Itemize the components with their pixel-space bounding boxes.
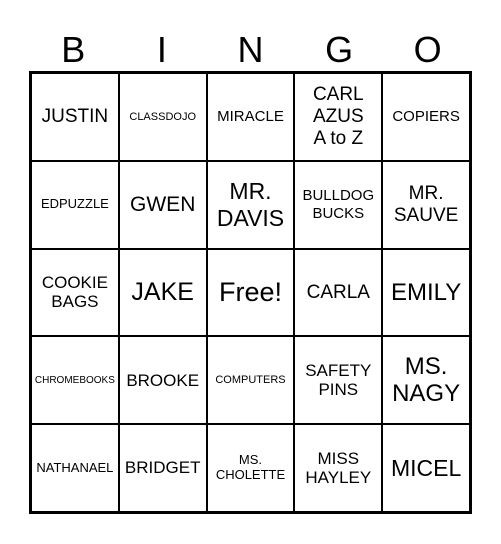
bingo-cell[interactable]: SAFETY PINS: [294, 336, 383, 425]
bingo-cell[interactable]: EDPUZZLE: [31, 160, 119, 249]
bingo-cell[interactable]: MIRACLE: [206, 73, 295, 161]
bingo-cell[interactable]: NATHANAEL: [31, 424, 119, 512]
bingo-cell[interactable]: COMPUTERS: [206, 336, 295, 425]
bingo-cell[interactable]: MS. CHOLETTE: [206, 424, 295, 512]
bingo-cell[interactable]: JUSTIN: [31, 73, 119, 161]
cell-text: COPIERS: [392, 108, 460, 126]
cell-text: MS. CHOLETTE: [215, 452, 286, 483]
bingo-cell[interactable]: CHROMEBOOKS: [31, 336, 119, 425]
bingo-header: B I N G O: [29, 28, 472, 72]
free-space-cell[interactable]: Free!: [206, 248, 295, 337]
cell-text: JAKE: [131, 278, 194, 307]
cell-text: CLASSDOJO: [129, 110, 197, 123]
header-letter-n: N: [237, 29, 264, 70]
cell-text: BULLDOG BUCKS: [302, 187, 375, 222]
cell-text: GWEN: [130, 192, 196, 216]
bingo-cell[interactable]: GWEN: [118, 160, 207, 249]
cell-text: CHROMEBOOKS: [34, 374, 115, 386]
bingo-cell[interactable]: BRIDGET: [118, 424, 207, 512]
cell-text: MR. DAVIS: [216, 178, 285, 231]
bingo-cell[interactable]: EMILY: [382, 248, 470, 337]
header-letter-b: B: [61, 29, 86, 70]
bingo-cell[interactable]: MR. SAUVE: [382, 160, 470, 249]
cell-text: EMILY: [390, 278, 462, 306]
bingo-cell[interactable]: CLASSDOJO: [118, 73, 207, 161]
cell-text: MIRACLE: [217, 108, 284, 126]
cell-text: JUSTIN: [41, 105, 109, 127]
bingo-cell[interactable]: COOKIE BAGS: [31, 248, 119, 337]
bingo-cell[interactable]: CARLA: [294, 248, 383, 337]
header-letter-i: I: [156, 29, 167, 70]
cell-text: SAFETY PINS: [305, 360, 372, 400]
cell-text: MISS HAYLEY: [305, 448, 372, 488]
cell-text: BROOKE: [126, 370, 200, 390]
cell-text: CARL AZUS A to Z: [312, 84, 364, 149]
bingo-cell[interactable]: JAKE: [118, 248, 207, 337]
bingo-cell[interactable]: MICEL: [382, 424, 470, 512]
bingo-grid: JUSTIN CLASSDOJO MIRACLE CARL AZUS A to …: [29, 71, 472, 514]
bingo-cell[interactable]: BROOKE: [118, 336, 207, 425]
cell-text: COOKIE BAGS: [41, 272, 108, 312]
free-space-text: Free!: [218, 276, 282, 307]
bingo-cell[interactable]: COPIERS: [382, 73, 470, 161]
header-letter-o: O: [413, 29, 442, 70]
cell-text: CARLA: [306, 281, 370, 303]
header-letter-g: G: [325, 29, 354, 70]
cell-text: EDPUZZLE: [40, 196, 109, 212]
cell-text: MS. NAGY: [392, 352, 461, 408]
bingo-cell[interactable]: CARL AZUS A to Z: [294, 73, 383, 161]
cell-text: COMPUTERS: [215, 373, 286, 386]
cell-text: MICEL: [390, 454, 462, 481]
bingo-cell[interactable]: MS. NAGY: [382, 336, 470, 425]
bingo-cell[interactable]: MR. DAVIS: [206, 160, 295, 249]
bingo-cell[interactable]: BULLDOG BUCKS: [294, 160, 383, 249]
cell-text: BRIDGET: [124, 458, 201, 478]
cell-text: MR. SAUVE: [393, 182, 459, 226]
cell-text: NATHANAEL: [36, 459, 114, 475]
bingo-cell[interactable]: MISS HAYLEY: [294, 424, 383, 512]
